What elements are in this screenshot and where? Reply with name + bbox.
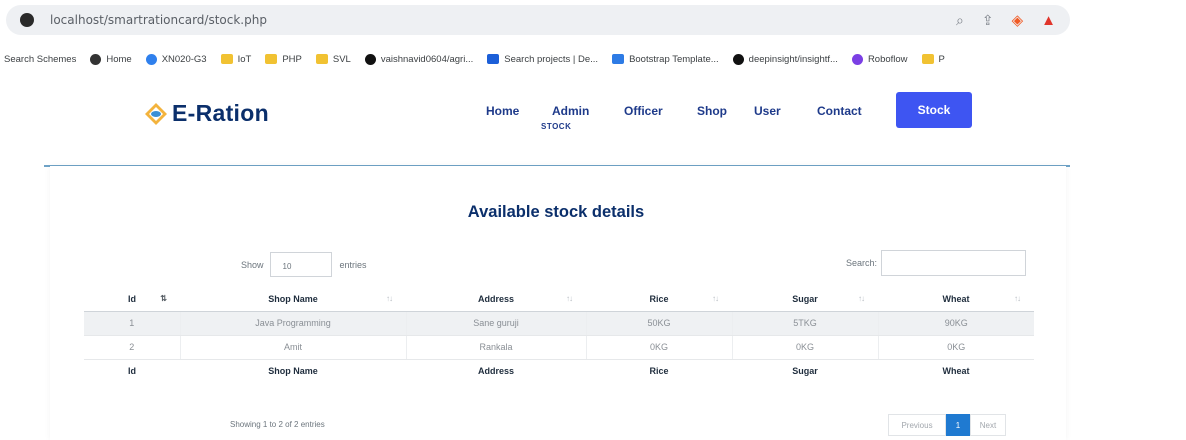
- table-header-row: Id ⇅ Shop Name ↑↓ Address ↑↓ Rice ↑↓ Sugar ↑↓…: [84, 287, 1034, 312]
- cell-address: Sane guruji: [405, 311, 586, 336]
- folder-icon: [921, 54, 934, 64]
- page-icon: [487, 54, 500, 64]
- sort-icon: ↑↓: [1014, 294, 1021, 303]
- entries-label: entries: [339, 259, 367, 270]
- brand-name: E-Ration: [172, 100, 269, 126]
- share-icon[interactable]: ⇪: [982, 12, 994, 29]
- bookmark-item[interactable]: XN020-G3: [145, 53, 207, 65]
- bookmark-item[interactable]: PHP: [265, 54, 302, 65]
- bookmark-item[interactable]: Home: [90, 53, 132, 65]
- column-header-wheat[interactable]: Wheat ↑↓: [878, 287, 1034, 312]
- cell-rice: 0KG: [585, 335, 732, 360]
- github-icon: [364, 53, 376, 65]
- stock-table: Id ⇅ Shop Name ↑↓ Address ↑↓ Rice ↑↓ Sugar ↑↓…: [84, 287, 1034, 383]
- entries-select[interactable]: 10: [269, 252, 332, 277]
- column-header-sugar[interactable]: Sugar ↑↓: [732, 287, 878, 312]
- bookmark-item[interactable]: Roboflow: [851, 53, 908, 65]
- nav-officer[interactable]: Officer: [624, 104, 663, 118]
- table-row: 1 Java Programming Sane guruji 50KG 5TKG…: [84, 311, 1034, 336]
- nav-shop[interactable]: Shop: [697, 104, 727, 118]
- sort-icon: ↑↓: [858, 294, 865, 303]
- nav-admin-submenu-stock[interactable]: STOCK: [541, 122, 571, 131]
- footer-shop-name: Shop Name: [180, 358, 406, 383]
- cell-shop-name: Amit: [179, 335, 406, 360]
- previous-button[interactable]: Previous: [888, 414, 946, 436]
- show-label: Show: [241, 259, 264, 270]
- nav-contact[interactable]: Contact: [817, 104, 862, 118]
- browser-chrome: localhost/smartrationcard/stock.php ⌕ ⇪ …: [0, 0, 1186, 44]
- address-bar-actions: ⌕ ⇪ ◈ ▲: [956, 11, 1056, 30]
- github-icon: [732, 53, 744, 65]
- bookmark-item[interactable]: Search projects | De...: [487, 54, 598, 65]
- bookmark-item[interactable]: vaishnavid0604/agri...: [364, 53, 473, 65]
- sort-icon: ↑↓: [712, 294, 719, 303]
- cell-wheat: 0KG: [877, 335, 1034, 360]
- next-button[interactable]: Next: [970, 414, 1006, 436]
- footer-sugar: Sugar: [732, 358, 878, 383]
- entries-length-control: Show 10 entries: [241, 252, 367, 277]
- search-input[interactable]: [881, 250, 1027, 276]
- cell-shop-name: Java Programming: [179, 311, 406, 336]
- cell-id: 2: [84, 335, 180, 360]
- sort-icon: ↑↓: [386, 294, 393, 303]
- column-header-address[interactable]: Address ↑↓: [406, 287, 586, 312]
- cell-rice: 50KG: [585, 311, 732, 336]
- cell-wheat: 90KG: [877, 311, 1034, 336]
- bookmark-item[interactable]: SVL: [315, 54, 351, 65]
- cell-id: 1: [84, 311, 180, 336]
- page-title: Available stock details: [467, 203, 645, 221]
- cell-sugar: 0KG: [731, 335, 878, 360]
- link-icon: [145, 53, 157, 65]
- nav-home[interactable]: Home: [486, 104, 519, 118]
- nav-admin[interactable]: Admin: [552, 104, 589, 118]
- nav-user[interactable]: User: [754, 104, 781, 118]
- footer-id: Id: [84, 358, 180, 383]
- folder-icon: [220, 54, 233, 64]
- bookmark-item[interactable]: Search Schemes: [4, 54, 76, 65]
- roboflow-icon: [851, 53, 863, 65]
- globe-icon: [90, 53, 102, 65]
- bookmark-item[interactable]: Bootstrap Template...: [612, 54, 719, 65]
- table-info: Showing 1 to 2 of 2 entries: [230, 420, 325, 429]
- bookmark-item[interactable]: IoT: [220, 54, 251, 65]
- table-search: Search:: [846, 250, 1027, 276]
- logo-icon: [144, 102, 168, 126]
- url-text[interactable]: localhost/smartrationcard/stock.php: [50, 13, 267, 27]
- column-header-shop-name[interactable]: Shop Name ↑↓: [180, 287, 406, 312]
- folder-icon: [265, 54, 278, 64]
- pagination: Previous 1 Next: [888, 414, 1006, 436]
- site-info-icon[interactable]: [20, 13, 34, 27]
- search-label: Search:: [846, 258, 878, 268]
- column-header-id[interactable]: Id ⇅: [84, 287, 180, 312]
- sort-icon: ⇅: [160, 294, 167, 303]
- cell-address: Rankala: [405, 335, 586, 360]
- brave-rewards-icon[interactable]: ▲: [1041, 12, 1056, 29]
- footer-wheat: Wheat: [878, 358, 1034, 383]
- address-bar[interactable]: localhost/smartrationcard/stock.php ⌕ ⇪ …: [6, 5, 1070, 35]
- site-logo[interactable]: E-Ration: [144, 100, 269, 127]
- footer-rice: Rice: [586, 358, 732, 383]
- bookmark-item[interactable]: deepinsight/insightf...: [732, 53, 838, 65]
- bookmark-item[interactable]: P: [921, 54, 945, 65]
- stock-button[interactable]: Stock: [896, 92, 972, 128]
- folder-icon: [315, 54, 328, 64]
- bookmarks-bar: Search Schemes Home XN020-G3 IoT PHP SVL…: [0, 44, 1186, 74]
- page-1-button[interactable]: 1: [946, 414, 970, 436]
- bootstrap-icon: [612, 54, 625, 64]
- sort-icon: ↑↓: [566, 294, 573, 303]
- footer-address: Address: [406, 358, 586, 383]
- cell-sugar: 5TKG: [731, 311, 878, 336]
- table-footer-row: Id Shop Name Address Rice Sugar Wheat: [84, 358, 1034, 383]
- table-row: 2 Amit Rankala 0KG 0KG 0KG: [84, 335, 1034, 360]
- zoom-icon[interactable]: ⌕: [956, 12, 964, 29]
- column-header-rice[interactable]: Rice ↑↓: [586, 287, 732, 312]
- brave-shield-icon[interactable]: ◈: [1012, 11, 1024, 29]
